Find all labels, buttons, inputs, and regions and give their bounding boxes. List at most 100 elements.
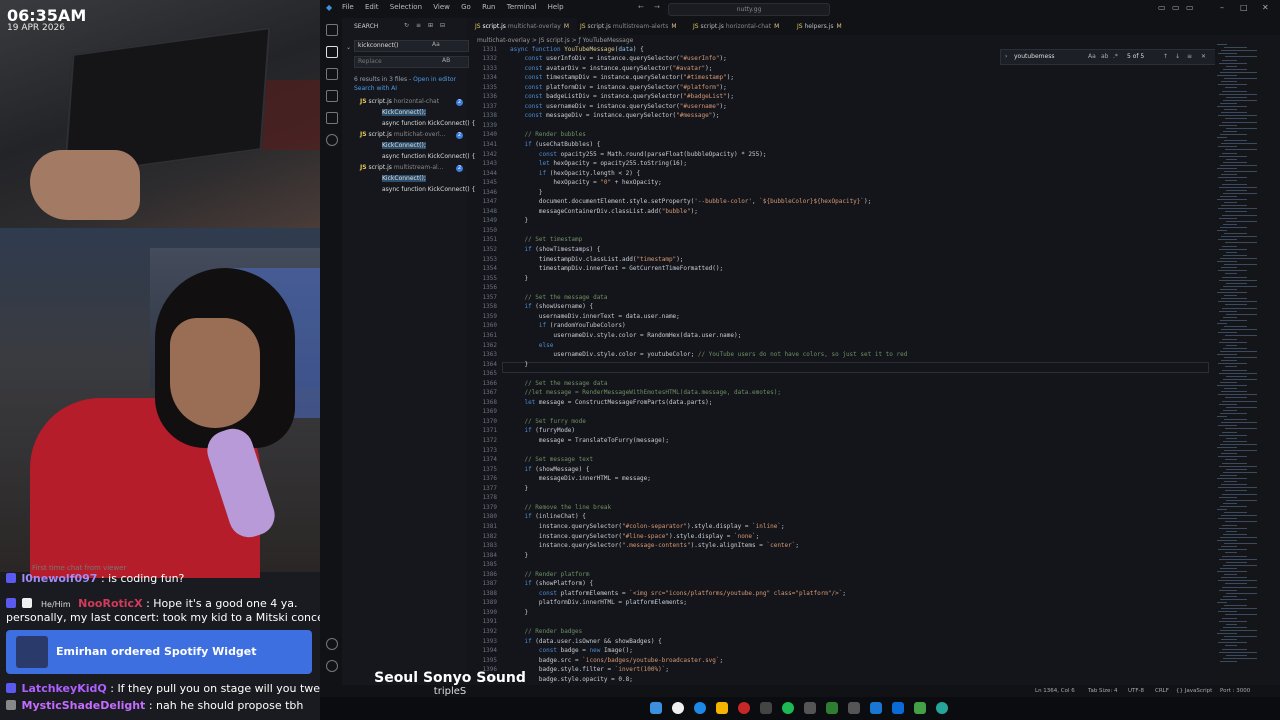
chevron-down-icon[interactable]: ⌄ xyxy=(346,44,351,51)
menu-view[interactable]: View xyxy=(433,3,450,11)
port-indicator[interactable]: Port : 3000 xyxy=(1220,685,1250,697)
minimap-line xyxy=(1221,391,1247,393)
remote-icon[interactable] xyxy=(326,134,338,146)
result-file[interactable]: JS script.js multistream-al... xyxy=(360,164,443,171)
next-match-icon[interactable]: ↓ xyxy=(1175,50,1180,64)
menu-file[interactable]: File xyxy=(342,3,354,11)
command-center[interactable]: nutty.gg xyxy=(668,3,830,16)
open-in-editor-link[interactable]: Open in editor xyxy=(413,76,456,83)
menu-go[interactable]: Go xyxy=(461,3,471,11)
chrome-icon[interactable] xyxy=(672,702,684,714)
replace-input[interactable]: Replace xyxy=(354,56,469,68)
app-icon[interactable] xyxy=(760,702,772,714)
menu-run[interactable]: Run xyxy=(482,3,495,11)
previous-match-icon[interactable]: ↑ xyxy=(1163,50,1168,64)
result-file[interactable]: JS script.js horizontal-chat xyxy=(360,98,439,105)
app-icon[interactable] xyxy=(914,702,926,714)
line-number: 1362 xyxy=(482,341,497,349)
line-ending[interactable]: CRLF xyxy=(1155,685,1169,697)
line-number: 1385 xyxy=(482,561,497,569)
app-icon[interactable] xyxy=(936,702,948,714)
match-case-icon[interactable]: Aa xyxy=(1088,50,1096,64)
app-icon[interactable] xyxy=(848,702,860,714)
code-line: document.documentElement.style.setProper… xyxy=(510,198,872,206)
minimap-line xyxy=(1225,304,1247,306)
minimize-icon[interactable]: – xyxy=(1220,3,1224,12)
menu-terminal[interactable]: Terminal xyxy=(507,3,537,11)
menu-edit[interactable]: Edit xyxy=(365,3,379,11)
collapse-all-icon[interactable]: ⊟ xyxy=(440,22,445,29)
line-number: 1348 xyxy=(482,207,497,215)
tab-script-multichat[interactable]: JS script.js multichat-overlay M xyxy=(467,18,578,35)
js-file-icon: JS xyxy=(360,131,367,138)
close-icon[interactable]: ✕ xyxy=(1262,3,1269,12)
minimap-line xyxy=(1218,487,1257,489)
app-icon[interactable] xyxy=(738,702,750,714)
close-find-icon[interactable]: ✕ xyxy=(1201,50,1206,64)
tab-size[interactable]: Tab Size: 4 xyxy=(1088,685,1117,697)
chevron-right-icon[interactable]: › xyxy=(1005,50,1007,64)
search-input[interactable]: kickconnect() xyxy=(354,40,469,52)
code-line: const usernameDiv = instance.querySelect… xyxy=(524,102,727,110)
menu-help[interactable]: Help xyxy=(548,3,564,11)
clear-results-icon[interactable]: ≡ xyxy=(416,22,421,29)
layout-icon[interactable]: ▭ xyxy=(1186,3,1194,12)
windows-start-icon[interactable] xyxy=(650,702,662,714)
encoding[interactable]: UTF-8 xyxy=(1128,685,1144,697)
account-icon[interactable] xyxy=(326,638,338,650)
result-file[interactable]: JS script.js multichat-overl... xyxy=(360,131,445,138)
app-icon[interactable] xyxy=(804,702,816,714)
new-search-editor-icon[interactable]: ⊞ xyxy=(428,22,433,29)
line-number: 1378 xyxy=(482,494,497,502)
desk-camera: 06:35AM 19 APR 2026 xyxy=(0,0,320,228)
language-mode[interactable]: {} JavaScript xyxy=(1176,685,1212,697)
minimap-line xyxy=(1222,617,1237,619)
menu-bar: File Edit Selection View Go Run Terminal… xyxy=(342,3,573,11)
forward-arrow-icon[interactable]: → xyxy=(654,3,660,11)
spotify-icon[interactable] xyxy=(782,702,794,714)
run-debug-icon[interactable] xyxy=(326,90,338,102)
menu-selection[interactable]: Selection xyxy=(390,3,422,11)
result-match[interactable]: KickConnect(); xyxy=(382,142,426,149)
result-match[interactable]: async function KickConnect() { xyxy=(382,153,475,160)
code-line: instance.querySelector("#line-space").st… xyxy=(510,532,760,540)
song-artist: tripleS xyxy=(433,686,467,697)
cursor-position[interactable]: Ln 1364, Col 6 xyxy=(1035,685,1075,697)
result-match[interactable]: async function KickConnect() { xyxy=(382,120,475,127)
refresh-icon[interactable]: ↻ xyxy=(404,22,409,29)
source-control-icon[interactable] xyxy=(326,68,338,80)
result-match[interactable]: KickConnect(); xyxy=(382,109,426,116)
extensions-icon[interactable] xyxy=(326,112,338,124)
search-with-ai-link[interactable]: Search with AI xyxy=(354,85,397,92)
back-arrow-icon[interactable]: ← xyxy=(638,3,644,11)
minimap-line xyxy=(1226,530,1237,532)
minimap-line xyxy=(1226,561,1247,563)
tab-helpers[interactable]: JS helpers.js M xyxy=(789,18,850,35)
find-in-selection-icon[interactable]: ≡ xyxy=(1187,50,1192,64)
app-icon[interactable] xyxy=(870,702,882,714)
minimap[interactable] xyxy=(1215,44,1275,684)
minimap-line xyxy=(1221,329,1257,331)
layout-icon[interactable]: ▭ xyxy=(1172,3,1180,12)
maximize-icon[interactable]: □ xyxy=(1240,3,1248,12)
match-case-icon[interactable]: Aa xyxy=(432,41,440,48)
code-editor[interactable]: 1331 async function YouTubeMessage(data)… xyxy=(467,44,1209,684)
replace-all-icon[interactable]: AB xyxy=(442,57,450,64)
file-explorer-icon[interactable] xyxy=(716,702,728,714)
edge-icon[interactable] xyxy=(694,702,706,714)
whole-word-icon[interactable]: ab xyxy=(1101,50,1109,64)
tab-script-horizontal[interactable]: JS script.js horizontal-chat M xyxy=(685,18,787,35)
line-number: 1387 xyxy=(482,580,497,588)
breadcrumb[interactable]: multichat-overlay > JS script.js > ƒ You… xyxy=(477,37,633,44)
tab-script-multistream[interactable]: JS script.js multistream-alerts M xyxy=(572,18,685,35)
vscode-taskbar-icon[interactable] xyxy=(892,702,904,714)
code-line: // Set furry mode xyxy=(524,417,586,425)
regex-icon[interactable]: .* xyxy=(1113,50,1118,64)
layout-icon[interactable]: ▭ xyxy=(1158,3,1166,12)
find-input[interactable]: youtubemess xyxy=(1014,50,1054,64)
result-match[interactable]: async function KickConnect() { xyxy=(382,186,475,193)
search-icon[interactable] xyxy=(326,46,338,58)
app-icon[interactable] xyxy=(826,702,838,714)
explorer-icon[interactable] xyxy=(326,24,338,36)
result-match[interactable]: KickConnect(); xyxy=(382,175,426,182)
